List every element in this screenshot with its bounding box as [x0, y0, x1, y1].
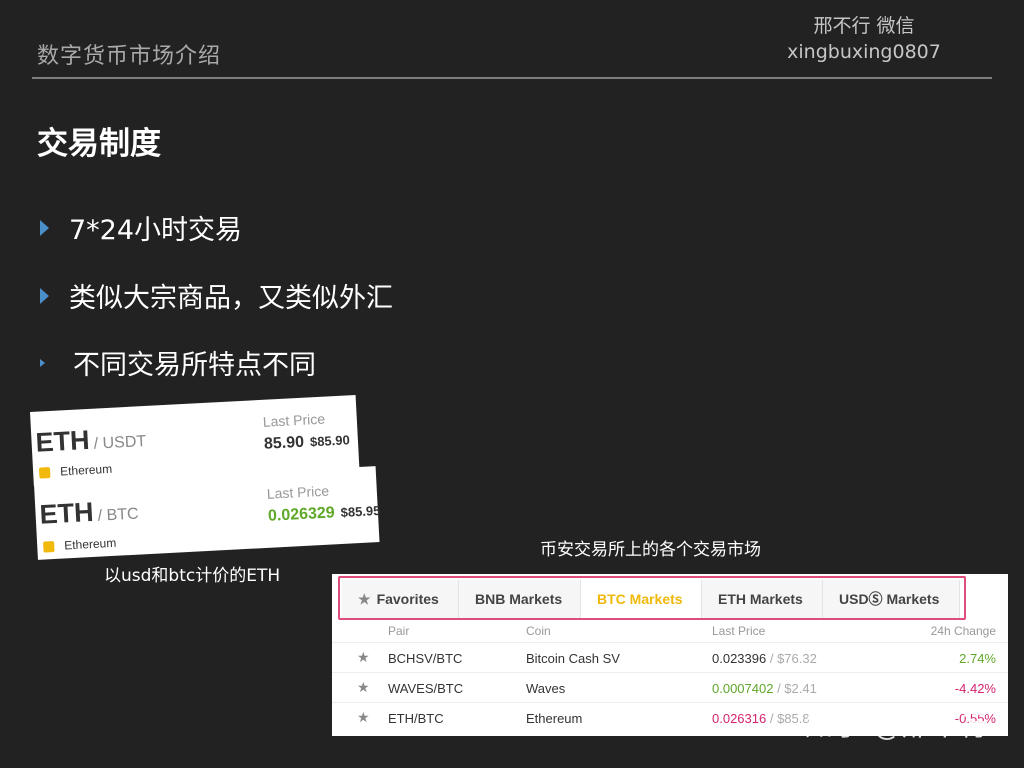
tabs-highlight-box: [338, 576, 966, 620]
bullet-arrow-icon: [40, 219, 49, 236]
coin-name: Ethereum: [38, 461, 113, 480]
author-name: 邢不行 微信: [813, 15, 915, 37]
pair-quote: / USDT: [93, 432, 147, 453]
caption-eth-pricing: 以usd和btc计价的ETH: [104, 566, 281, 586]
row-coin: Waves: [526, 681, 566, 696]
row-price-value: 0.0007402: [712, 681, 774, 696]
favorite-star-icon[interactable]: ★: [357, 649, 370, 666]
caption-binance-markets: 币安交易所上的各个交易市场: [540, 540, 761, 560]
table-header: Pair Coin Last Price 24h Change: [332, 620, 1008, 642]
row-price-value: 0.023396: [712, 651, 767, 666]
price-value: 0.026329: [267, 504, 336, 525]
coin-name-text: Ethereum: [59, 461, 113, 479]
row-coin: Bitcoin Cash SV: [526, 651, 620, 666]
row-price-usd: / $2.41: [773, 681, 817, 696]
row-price-usd: / $85.8: [766, 711, 810, 726]
zhihu-watermark: 知乎 @邢不行: [805, 709, 989, 742]
last-price: 85.90 $85.90: [264, 431, 351, 453]
author-wechat-id: xingbuxing0807: [787, 41, 941, 63]
row-change: 2.74%: [959, 651, 996, 666]
price-value: 85.90: [263, 433, 305, 453]
column-header-coin[interactable]: Coin: [526, 624, 551, 638]
pair-base: ETH: [34, 424, 91, 458]
coin-info-icon: [43, 540, 55, 553]
coin-name-text: Ethereum: [63, 535, 117, 553]
coin-name: Ethereum: [43, 536, 117, 554]
column-header-pair[interactable]: Pair: [388, 624, 409, 638]
table-row[interactable]: ★ BCHSV/BTC Bitcoin Cash SV 0.023396 / $…: [332, 642, 1008, 672]
row-price: 0.026316 / $85.8: [712, 711, 810, 726]
row-change: -4.42%: [954, 681, 996, 696]
last-price: 0.026329 $85.95: [268, 502, 381, 526]
table-row[interactable]: ★ WAVES/BTC Waves 0.0007402 / $2.41 -4.4…: [332, 672, 1008, 702]
bullet-item: 7*24小时交易: [40, 208, 242, 247]
pair-quote: / BTC: [97, 505, 140, 525]
bullet-text: 类似大宗商品，又类似外汇: [69, 283, 393, 314]
last-price-label: Last Price: [266, 482, 330, 502]
bullet-text: 不同交易所特点不同: [73, 350, 316, 381]
favorite-star-icon[interactable]: ★: [357, 679, 370, 696]
last-price-label: Last Price: [262, 410, 326, 430]
favorite-star-icon[interactable]: ★: [357, 709, 370, 726]
row-pair: ETH/BTC: [388, 711, 444, 726]
bullet-arrow-icon: [40, 358, 45, 367]
price-usd: $85.90: [309, 432, 351, 450]
header-divider: [32, 77, 992, 79]
row-pair: BCHSV/BTC: [388, 651, 463, 666]
row-price-usd: / $76.32: [766, 651, 817, 666]
slide-title: 交易制度: [37, 126, 161, 162]
bullet-arrow-icon: [40, 287, 49, 304]
bullet-item: 不同交易所特点不同: [40, 343, 316, 382]
pair-label: ETH / BTC: [39, 495, 139, 531]
row-pair: WAVES/BTC: [388, 681, 464, 696]
coin-info-icon: [38, 466, 51, 479]
column-header-24h-change[interactable]: 24h Change: [931, 624, 996, 638]
pair-base: ETH: [38, 496, 95, 530]
row-price-value: 0.026316: [712, 711, 767, 726]
row-price: 0.023396 / $76.32: [712, 651, 817, 666]
pair-label: ETH / USDT: [35, 422, 147, 459]
header-title: 数字货币市场介绍: [37, 44, 222, 69]
row-price: 0.0007402 / $2.41: [712, 681, 817, 696]
author-info: 邢不行 微信 xingbuxing0807: [764, 14, 964, 66]
bullet-text: 7*24小时交易: [69, 215, 243, 246]
column-header-last-price[interactable]: Last Price: [712, 624, 765, 638]
bullet-item: 类似大宗商品，又类似外汇: [40, 276, 393, 315]
row-coin: Ethereum: [526, 711, 583, 726]
price-usd: $85.95: [340, 502, 381, 520]
